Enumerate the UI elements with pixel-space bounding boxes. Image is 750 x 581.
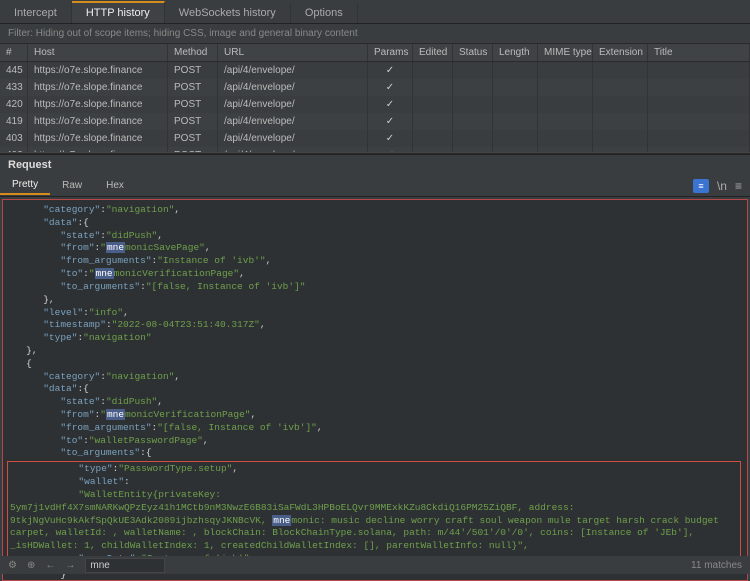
arrow-right-icon[interactable]: → bbox=[65, 560, 75, 571]
actions-icon[interactable]: ≡ bbox=[693, 179, 709, 193]
editor-subtabs: Pretty Raw Hex ≡ \n ≡ bbox=[0, 175, 750, 197]
tab-intercept[interactable]: Intercept bbox=[0, 3, 72, 23]
col-params[interactable]: Params bbox=[368, 44, 413, 61]
col-id[interactable]: # bbox=[0, 44, 28, 61]
col-mime[interactable]: MIME type bbox=[538, 44, 593, 61]
newline-icon[interactable]: \n bbox=[717, 179, 727, 193]
history-table-body: 445https://o7e.slope.financePOST/api/4/e… bbox=[0, 62, 750, 152]
match-count: 11 matches bbox=[691, 560, 742, 571]
subtab-raw[interactable]: Raw bbox=[50, 177, 94, 194]
target-icon[interactable]: ⊕ bbox=[27, 560, 35, 571]
table-row[interactable]: 445https://o7e.slope.financePOST/api/4/e… bbox=[0, 62, 750, 79]
tab-options[interactable]: Options bbox=[291, 3, 358, 23]
tab-http-history[interactable]: HTTP history bbox=[72, 1, 165, 23]
col-method[interactable]: Method bbox=[168, 44, 218, 61]
col-edited[interactable]: Edited bbox=[413, 44, 453, 61]
request-body-pretty[interactable]: "category":"navigation", "data":{ "state… bbox=[2, 199, 748, 581]
proxy-tabs: Intercept HTTP history WebSockets histor… bbox=[0, 0, 750, 24]
search-input[interactable] bbox=[85, 558, 165, 573]
status-bar: ⚙ ⊕ ← → 11 matches bbox=[0, 556, 750, 574]
col-host[interactable]: Host bbox=[28, 44, 168, 61]
table-row[interactable]: 420https://o7e.slope.financePOST/api/4/e… bbox=[0, 96, 750, 113]
col-length[interactable]: Length bbox=[493, 44, 538, 61]
col-ext[interactable]: Extension bbox=[593, 44, 648, 61]
col-status[interactable]: Status bbox=[453, 44, 493, 61]
col-title[interactable]: Title bbox=[648, 44, 750, 61]
arrow-left-icon[interactable]: ← bbox=[45, 560, 55, 571]
tab-websockets-history[interactable]: WebSockets history bbox=[165, 3, 291, 23]
table-row[interactable]: 419https://o7e.slope.financePOST/api/4/e… bbox=[0, 113, 750, 130]
gear-icon[interactable]: ⚙ bbox=[8, 560, 17, 571]
table-row[interactable]: 403https://o7e.slope.financePOST/api/4/e… bbox=[0, 130, 750, 147]
request-section-title: Request bbox=[0, 155, 750, 175]
history-table-header: # Host Method URL Params Edited Status L… bbox=[0, 44, 750, 62]
table-row[interactable]: 402https://o7e.slope.financePOST/api/4/e… bbox=[0, 147, 750, 152]
filter-bar[interactable]: Filter: Hiding out of scope items; hidin… bbox=[0, 24, 750, 44]
table-row[interactable]: 433https://o7e.slope.financePOST/api/4/e… bbox=[0, 79, 750, 96]
hamburger-icon[interactable]: ≡ bbox=[735, 179, 742, 193]
subtab-hex[interactable]: Hex bbox=[94, 177, 136, 194]
col-url[interactable]: URL bbox=[218, 44, 368, 61]
subtab-pretty[interactable]: Pretty bbox=[0, 176, 50, 195]
